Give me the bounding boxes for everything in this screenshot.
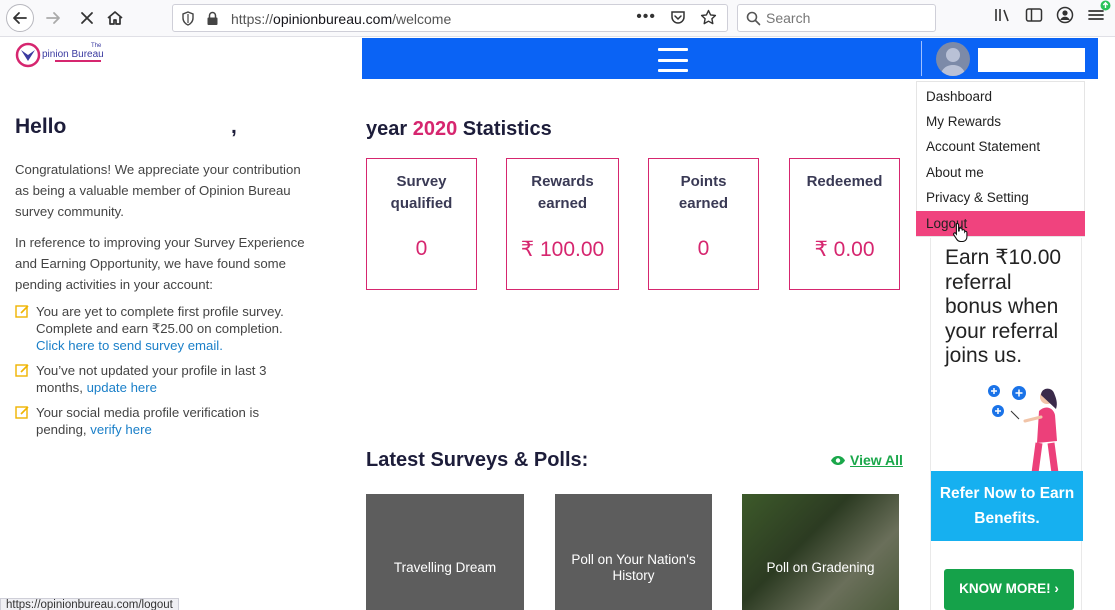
forward-arrow-icon <box>46 12 60 24</box>
view-all-link[interactable]: View All <box>830 452 903 468</box>
menu-item-privacy-setting[interactable]: Privacy & Setting <box>926 190 1029 205</box>
stat-value: 0 <box>415 237 428 260</box>
stat-card-points: Points earned 0 <box>648 158 759 290</box>
survey-card-nation-history[interactable]: Poll on Your Nation's History <box>555 494 712 610</box>
surveys-heading: Latest Surveys & Polls: <box>366 449 589 471</box>
back-arrow-icon <box>13 12 27 24</box>
update-badge-icon <box>1100 0 1111 11</box>
task-item: You are yet to complete first profile su… <box>15 303 305 354</box>
edit-note-icon <box>15 364 29 377</box>
avatar[interactable] <box>936 42 970 76</box>
profile-dropdown-menu: Dashboard My Rewards Account Statement A… <box>916 81 1085 237</box>
menu-item-logout[interactable]: Logout <box>916 211 1085 236</box>
menu-icon[interactable] <box>1087 0 1111 23</box>
edit-note-icon <box>15 406 29 419</box>
stat-value: ₹ 100.00 <box>520 238 605 261</box>
shield-icon <box>182 11 194 26</box>
sidebar-icon[interactable] <box>1025 7 1043 23</box>
referral-ad-text: Earn ₹10.00 referral bonus when your ref… <box>945 246 1062 367</box>
survey-card-gardening[interactable]: Poll on Gradening <box>742 494 899 610</box>
username-field[interactable] <box>978 48 1085 72</box>
congrats-paragraph: Congratulations! We appreciate your cont… <box>15 162 301 219</box>
refer-now-banner[interactable]: Refer Now to Earn Benefits. <box>931 471 1083 541</box>
pocket-icon[interactable] <box>670 9 686 25</box>
stat-card-rewards: Rewards earned ₹ 100.00 <box>506 158 619 290</box>
back-button[interactable] <box>6 4 34 32</box>
page-actions-icon[interactable]: ••• <box>636 8 656 26</box>
home-icon <box>107 11 123 25</box>
home-button[interactable] <box>102 5 128 31</box>
verify-social-link[interactable]: verify here <box>90 422 152 437</box>
menu-item-my-rewards[interactable]: My Rewards <box>926 114 1001 129</box>
hamburger-menu-button[interactable] <box>658 48 688 72</box>
stop-button[interactable] <box>74 5 100 31</box>
browser-status-bar: https://opinionbureau.com/logout <box>0 598 179 610</box>
stat-card-redeemed: Redeemed ₹ 0.00 <box>789 158 900 290</box>
library-icon[interactable] <box>994 7 1012 23</box>
logo-mark-icon <box>15 42 41 68</box>
bookmark-star-icon[interactable] <box>700 9 717 26</box>
menu-item-dashboard[interactable]: Dashboard <box>926 89 992 104</box>
send-survey-email-link[interactable]: Click here to send survey email. <box>36 338 223 353</box>
opinion-bureau-logo[interactable]: The pinion Bureau <box>15 40 105 70</box>
address-bar[interactable]: https://opinionbureau.com/welcome ••• <box>172 4 728 32</box>
search-input[interactable] <box>766 10 926 26</box>
stat-value: 0 <box>697 237 710 260</box>
browser-search-box[interactable] <box>737 4 936 32</box>
browser-toolbar: https://opinionbureau.com/welcome ••• <box>0 0 1115 37</box>
pending-paragraph: In reference to improving your Survey Ex… <box>15 235 305 292</box>
site-top-bar <box>362 38 1098 79</box>
task-item: Your social media profile verification i… <box>15 404 305 438</box>
stats-heading: year 2020 Statistics <box>366 118 552 140</box>
menu-item-account-statement[interactable]: Account Statement <box>926 139 1040 154</box>
update-profile-link[interactable]: update here <box>87 380 157 395</box>
search-icon <box>746 11 761 26</box>
stat-card-surveys: Survey qualified 0 <box>366 158 477 290</box>
close-icon <box>81 12 93 24</box>
hand-cursor-icon <box>953 222 968 242</box>
survey-card-travelling[interactable]: Travelling Dream <box>366 494 524 610</box>
welcome-panel: Hello, Congratulations! We appreciate yo… <box>15 115 305 438</box>
task-item: You’ve not updated your profile in last … <box>15 362 305 396</box>
url-text: https://opinionbureau.com/welcome <box>231 11 452 27</box>
greeting-heading: Hello, <box>15 115 237 138</box>
edit-note-icon <box>15 305 29 318</box>
menu-item-about-me[interactable]: About me <box>926 165 984 180</box>
eye-icon <box>831 455 845 465</box>
referral-ad: Earn ₹10.00 referral bonus when your ref… <box>930 238 1083 610</box>
logo-text: pinion Bureau <box>42 49 104 60</box>
account-icon[interactable] <box>1056 6 1074 24</box>
forward-button[interactable] <box>40 5 66 31</box>
stat-value: ₹ 0.00 <box>814 238 875 261</box>
know-more-button[interactable]: KNOW MORE! › <box>944 569 1074 610</box>
lock-icon <box>207 11 218 25</box>
woman-with-phone-illustration <box>988 385 1059 473</box>
user-avatar-icon <box>940 48 966 76</box>
